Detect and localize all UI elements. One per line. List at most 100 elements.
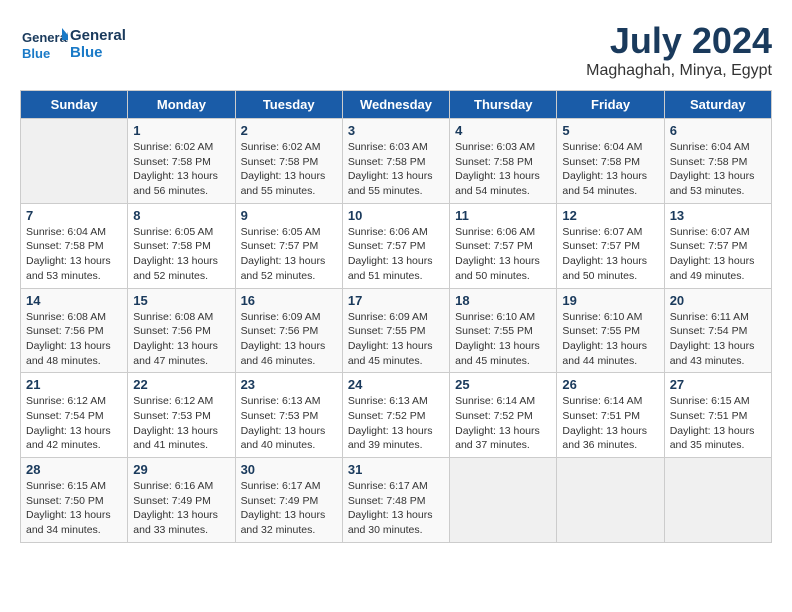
day-number: 1 (133, 123, 229, 138)
day-info: Sunrise: 6:02 AM Sunset: 7:58 PM Dayligh… (241, 140, 337, 199)
day-info: Sunrise: 6:06 AM Sunset: 7:57 PM Dayligh… (455, 225, 551, 284)
day-cell: 4Sunrise: 6:03 AM Sunset: 7:58 PM Daylig… (450, 119, 557, 204)
day-cell: 25Sunrise: 6:14 AM Sunset: 7:52 PM Dayli… (450, 373, 557, 458)
weekday-header-wednesday: Wednesday (342, 91, 449, 119)
day-number: 16 (241, 293, 337, 308)
day-number: 18 (455, 293, 551, 308)
day-cell: 12 Sunrise: 6:07 AM Sunset: 7:57 PM Dayli… (557, 203, 664, 288)
week-row-1: 1 Sunrise: 6:02 AM Sunset: 7:58 PM Daylig… (21, 119, 772, 204)
day-cell: 14Sunrise: 6:08 AM Sunset: 7:56 PM Dayli… (21, 288, 128, 373)
day-cell: 21 Sunrise: 6:12 AM Sunset: 7:54 PM Dayli… (21, 373, 128, 458)
day-info: Sunrise: 6:03 AM Sunset: 7:58 PM Dayligh… (348, 140, 444, 199)
day-cell: 24 Sunrise: 6:13 AM Sunset: 7:52 PM Dayli… (342, 373, 449, 458)
day-cell (21, 119, 128, 204)
day-info: Sunrise: 6:10 AM Sunset: 7:55 PM Dayligh… (455, 310, 551, 369)
day-cell: 19 Sunrise: 6:10 AM Sunset: 7:55 PM Dayli… (557, 288, 664, 373)
svg-text:General: General (22, 30, 68, 45)
day-number: 12 (562, 208, 658, 223)
day-cell: 30Sunrise: 6:17 AM Sunset: 7:49 PM Dayli… (235, 458, 342, 543)
day-info: Sunrise: 6:04 AM Sunset: 7:58 PM Dayligh… (670, 140, 766, 199)
day-info: Sunrise: 6:02 AM Sunset: 7:58 PM Dayligh… (133, 140, 229, 199)
day-cell: 18 Sunrise: 6:10 AM Sunset: 7:55 PM Dayli… (450, 288, 557, 373)
day-cell: 9 Sunrise: 6:05 AM Sunset: 7:57 PM Daylig… (235, 203, 342, 288)
day-number: 24 (348, 377, 444, 392)
day-cell: 6Sunrise: 6:04 AM Sunset: 7:58 PM Daylig… (664, 119, 771, 204)
day-info: Sunrise: 6:07 AM Sunset: 7:57 PM Dayligh… (562, 225, 658, 284)
day-number: 5 (562, 123, 658, 138)
day-number: 9 (241, 208, 337, 223)
day-info: Sunrise: 6:05 AM Sunset: 7:57 PM Dayligh… (241, 225, 337, 284)
day-info: Sunrise: 6:14 AM Sunset: 7:51 PM Dayligh… (562, 394, 658, 453)
day-info: Sunrise: 6:04 AM Sunset: 7:58 PM Dayligh… (562, 140, 658, 199)
day-cell: 28Sunrise: 6:15 AM Sunset: 7:50 PM Dayli… (21, 458, 128, 543)
day-info: Sunrise: 6:12 AM Sunset: 7:54 PM Dayligh… (26, 394, 122, 453)
day-cell: 11Sunrise: 6:06 AM Sunset: 7:57 PM Dayli… (450, 203, 557, 288)
day-number: 2 (241, 123, 337, 138)
day-info: Sunrise: 6:09 AM Sunset: 7:56 PM Dayligh… (241, 310, 337, 369)
day-info: Sunrise: 6:15 AM Sunset: 7:51 PM Dayligh… (670, 394, 766, 453)
calendar-table: SundayMondayTuesdayWednesdayThursdayFrid… (20, 90, 772, 543)
day-number: 29 (133, 462, 229, 477)
weekday-header-tuesday: Tuesday (235, 91, 342, 119)
day-info: Sunrise: 6:13 AM Sunset: 7:53 PM Dayligh… (241, 394, 337, 453)
logo-line2: Blue (70, 44, 126, 61)
day-info: Sunrise: 6:10 AM Sunset: 7:55 PM Dayligh… (562, 310, 658, 369)
weekday-header-saturday: Saturday (664, 91, 771, 119)
day-number: 10 (348, 208, 444, 223)
day-cell: 15 Sunrise: 6:08 AM Sunset: 7:56 PM Dayli… (128, 288, 235, 373)
day-number: 4 (455, 123, 551, 138)
day-number: 19 (562, 293, 658, 308)
day-number: 26 (562, 377, 658, 392)
day-number: 23 (241, 377, 337, 392)
day-number: 14 (26, 293, 122, 308)
day-cell: 29 Sunrise: 6:16 AM Sunset: 7:49 PM Dayli… (128, 458, 235, 543)
logo-icon: General Blue (20, 20, 68, 68)
day-number: 7 (26, 208, 122, 223)
day-info: Sunrise: 6:14 AM Sunset: 7:52 PM Dayligh… (455, 394, 551, 453)
weekday-header-row: SundayMondayTuesdayWednesdayThursdayFrid… (21, 91, 772, 119)
week-row-3: 14 Sunrise: 6:08 AM Sunset: 7:56 PM Dayli… (21, 288, 772, 373)
day-cell: 10 Sunrise: 6:06 AM Sunset: 7:57 PM Dayli… (342, 203, 449, 288)
day-cell: 7Sunrise: 6:04 AM Sunset: 7:58 PM Daylig… (21, 203, 128, 288)
week-row-5: 28Sunrise: 6:15 AM Sunset: 7:50 PM Dayli… (21, 458, 772, 543)
day-number: 27 (670, 377, 766, 392)
day-info: Sunrise: 6:07 AM Sunset: 7:57 PM Dayligh… (670, 225, 766, 284)
weekday-header-monday: Monday (128, 91, 235, 119)
day-info: Sunrise: 6:17 AM Sunset: 7:49 PM Dayligh… (241, 479, 337, 538)
day-number: 17 (348, 293, 444, 308)
day-number: 21 (26, 377, 122, 392)
day-number: 31 (348, 462, 444, 477)
day-number: 15 (133, 293, 229, 308)
weekday-header-friday: Friday (557, 91, 664, 119)
day-info: Sunrise: 6:17 AM Sunset: 7:48 PM Dayligh… (348, 479, 444, 538)
day-number: 22 (133, 377, 229, 392)
weekday-header-thursday: Thursday (450, 91, 557, 119)
logo-line1: General (70, 27, 126, 44)
day-cell: 1 Sunrise: 6:02 AM Sunset: 7:58 PM Daylig… (128, 119, 235, 204)
day-cell: 17 Sunrise: 6:09 AM Sunset: 7:55 PM Dayli… (342, 288, 449, 373)
day-cell: 5 Sunrise: 6:04 AM Sunset: 7:58 PM Daylig… (557, 119, 664, 204)
day-cell: 3 Sunrise: 6:03 AM Sunset: 7:58 PM Daylig… (342, 119, 449, 204)
day-info: Sunrise: 6:13 AM Sunset: 7:52 PM Dayligh… (348, 394, 444, 453)
page-header: General Blue General Blue July 2024 Magh… (20, 20, 772, 80)
day-info: Sunrise: 6:05 AM Sunset: 7:58 PM Dayligh… (133, 225, 229, 284)
day-cell: 13Sunrise: 6:07 AM Sunset: 7:57 PM Dayli… (664, 203, 771, 288)
location: Maghaghah, Minya, Egypt (586, 62, 772, 80)
day-info: Sunrise: 6:09 AM Sunset: 7:55 PM Dayligh… (348, 310, 444, 369)
day-info: Sunrise: 6:11 AM Sunset: 7:54 PM Dayligh… (670, 310, 766, 369)
day-cell: 2 Sunrise: 6:02 AM Sunset: 7:58 PM Daylig… (235, 119, 342, 204)
day-info: Sunrise: 6:06 AM Sunset: 7:57 PM Dayligh… (348, 225, 444, 284)
svg-text:Blue: Blue (22, 46, 50, 61)
day-number: 28 (26, 462, 122, 477)
day-info: Sunrise: 6:16 AM Sunset: 7:49 PM Dayligh… (133, 479, 229, 538)
month-year: July 2024 (586, 20, 772, 62)
day-info: Sunrise: 6:08 AM Sunset: 7:56 PM Dayligh… (133, 310, 229, 369)
day-number: 8 (133, 208, 229, 223)
day-cell (450, 458, 557, 543)
day-cell: 8 Sunrise: 6:05 AM Sunset: 7:58 PM Daylig… (128, 203, 235, 288)
day-cell: 26 Sunrise: 6:14 AM Sunset: 7:51 PM Dayli… (557, 373, 664, 458)
day-number: 3 (348, 123, 444, 138)
day-cell: 31 Sunrise: 6:17 AM Sunset: 7:48 PM Dayli… (342, 458, 449, 543)
week-row-4: 21 Sunrise: 6:12 AM Sunset: 7:54 PM Dayli… (21, 373, 772, 458)
day-cell (664, 458, 771, 543)
